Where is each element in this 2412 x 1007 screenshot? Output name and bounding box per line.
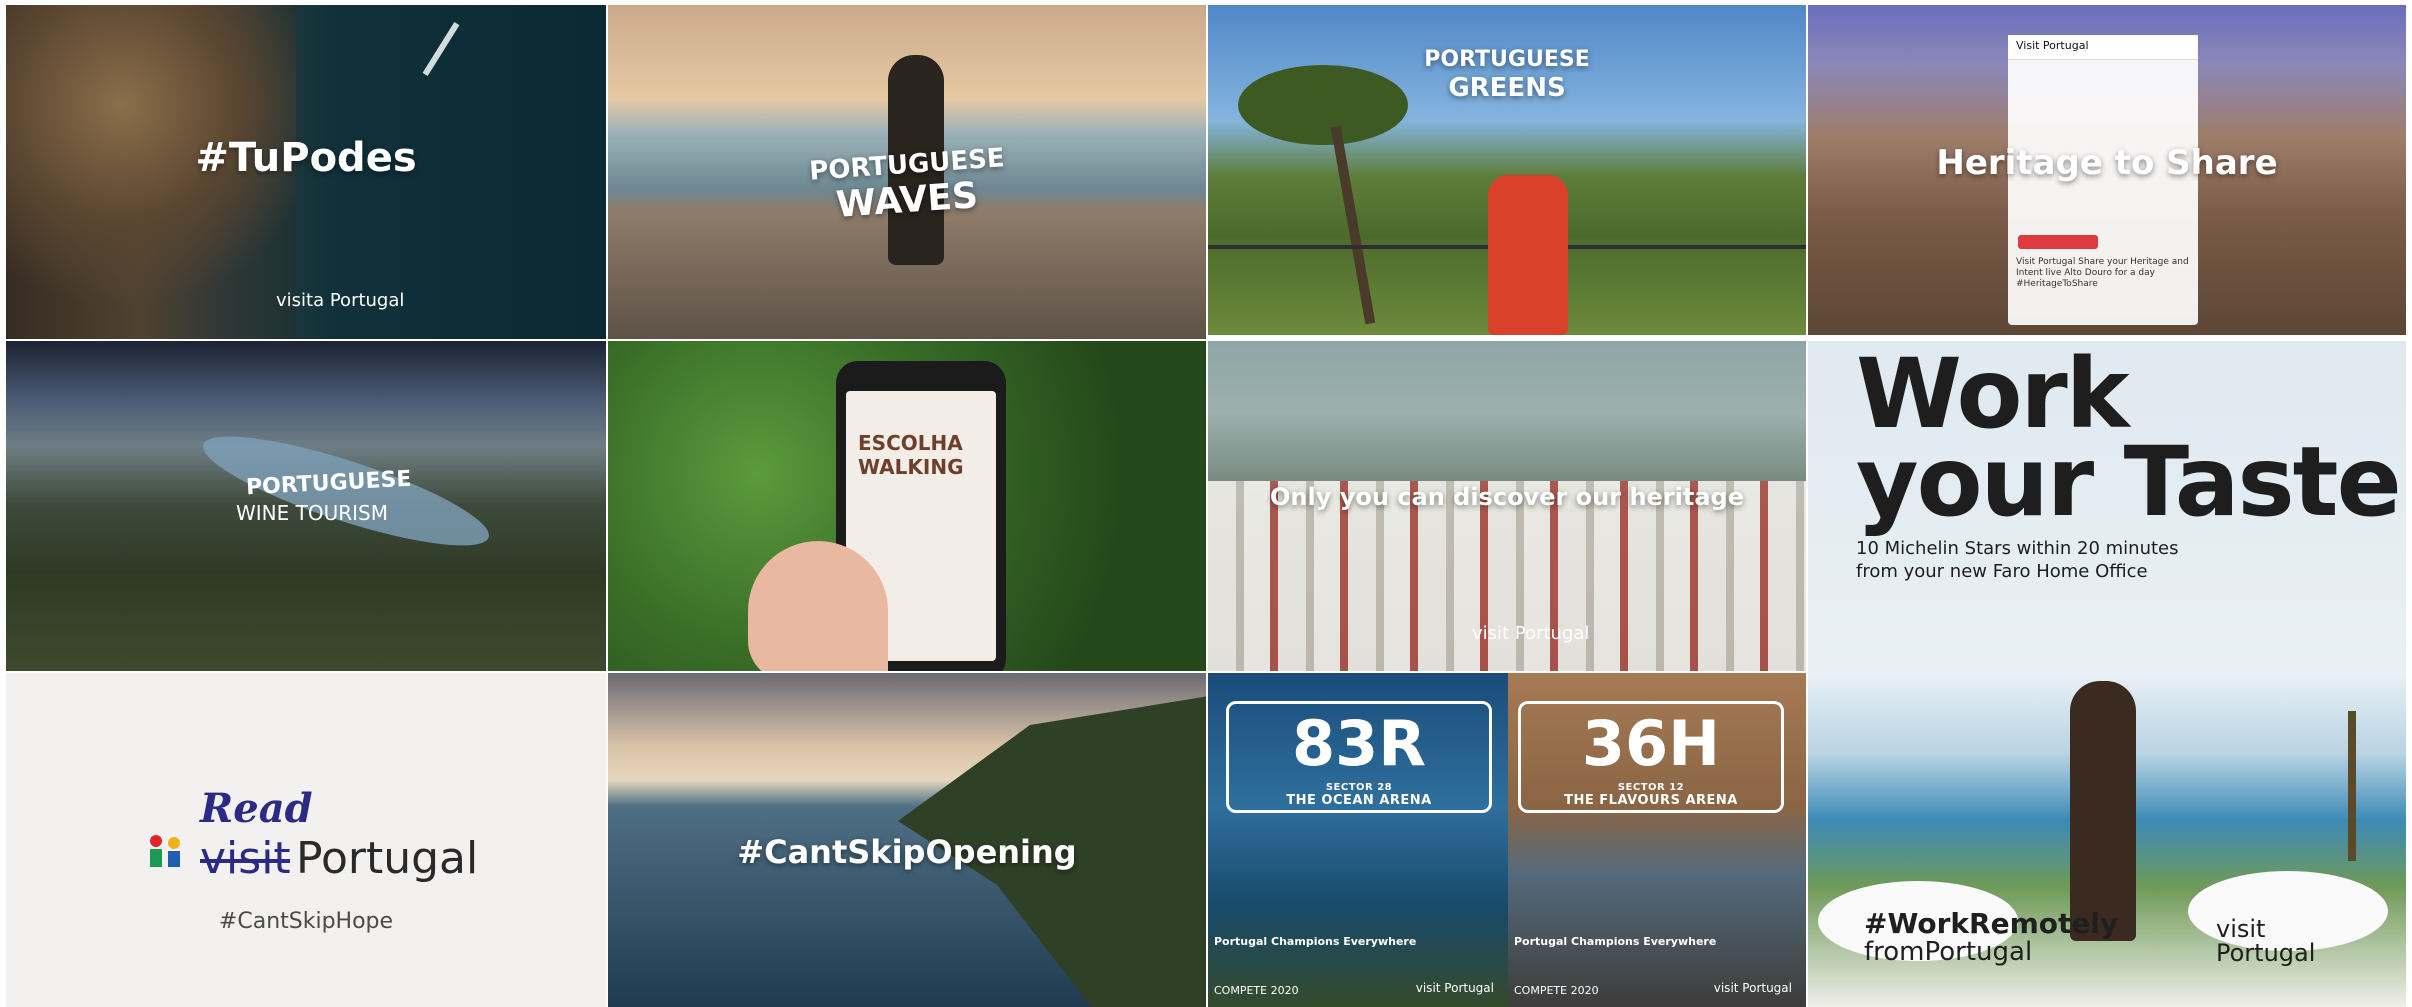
headline: Only you can discover our heritage (1270, 483, 1744, 511)
tile-heritage-to-share[interactable]: Visit Portugal Visit Portugal Share your… (1808, 5, 2406, 335)
sponsor-logos: COMPETE 2020 (1214, 984, 1299, 997)
brand-logo-text: visit Portugal (1713, 981, 1792, 995)
tile-flavours-arena[interactable]: 36H SECTOR 12 THE FLAVOURS ARENA Portuga… (1508, 673, 1806, 1007)
ticket-arena: THE OCEAN ARENA (1286, 793, 1432, 808)
headline: #CantSkipOpening (737, 833, 1077, 871)
headline: #TuPodes (195, 135, 417, 181)
ticket-sector: SECTOR 12 (1617, 782, 1685, 793)
boat-wake-image (422, 21, 460, 77)
tile-portuguese-waves[interactable]: PORTUGUESE WAVES (608, 5, 1206, 339)
visit-portugal-logo-icon (150, 835, 180, 867)
instagram-account: Visit Portugal (2016, 39, 2089, 52)
brand-logo-text: visit Portugal (1415, 981, 1494, 995)
golfer-figure (1488, 175, 1568, 335)
title-line2: your Taste (1856, 426, 2402, 538)
tile-discover-heritage[interactable]: Only you can discover our heritage visit… (1208, 341, 1806, 671)
tile-work-your-taste[interactable]: Work your Taste 10 Michelin Stars within… (1808, 341, 2406, 1007)
brand-bottom: GREENS (1448, 73, 1566, 103)
ticket-badge: 83R SECTOR 28 THE OCEAN ARENA (1226, 701, 1492, 813)
hashtag: #WorkRemotely (1864, 907, 2119, 940)
tile-portuguese-wine-tourism[interactable]: PORTUGUESE WINE TOURISM (6, 341, 606, 671)
strike-line (200, 859, 290, 863)
brand-logo-text: visit Portugal (1472, 623, 1590, 644)
portugal-word: Portugal (296, 833, 479, 884)
headline: Heritage to Share (1936, 143, 2278, 183)
palm-tree-image (2348, 711, 2356, 861)
hashtag: #CantSkipHope (218, 909, 394, 934)
brand-line1: visit (2216, 915, 2266, 943)
ticket-code: 36H (1581, 707, 1721, 780)
tree-trunk-image (1330, 125, 1376, 325)
hashtag-suffix: fromPortugal (1864, 937, 2033, 967)
ticket-sector: SECTOR 28 (1325, 782, 1393, 793)
caption: Portugal Champions Everywhere (1514, 935, 1717, 948)
brand-logo-text: visita Portugal (276, 290, 405, 311)
subtitle-line2: from your new Faro Home Office (1856, 561, 2148, 582)
tile-portuguese-greens[interactable]: PORTUGUESE GREENS (1208, 5, 1806, 335)
brand-line2: Portugal (2216, 939, 2316, 967)
read-word: Read (200, 785, 313, 832)
caption: Portugal Champions Everywhere (1214, 935, 1417, 948)
app-title-line2: WALKING (858, 455, 964, 479)
like-badge (2018, 235, 2098, 249)
brand-bottom: WINE TOURISM (236, 501, 388, 525)
hand-image (748, 541, 888, 671)
tile-tupodes[interactable]: #TuPodes visita Portugal (6, 5, 606, 339)
tile-cantskipopening[interactable]: #CantSkipOpening (608, 673, 1206, 1007)
ticket-code: 83R (1291, 707, 1427, 780)
woman-figure (2070, 681, 2136, 941)
app-title-line1: ESCOLHA (858, 431, 963, 455)
instagram-caption: Visit Portugal Share your Heritage and I… (2016, 257, 2189, 289)
tile-escolha-walking[interactable]: ESCOLHA WALKING (608, 341, 1206, 671)
sponsor-logos: COMPETE 2020 (1514, 984, 1599, 997)
ticket-badge: 36H SECTOR 12 THE FLAVOURS ARENA (1518, 701, 1784, 813)
tile-read-portugal[interactable]: Read visit Portugal #CantSkipHope (6, 673, 606, 1007)
brand-top: PORTUGUESE (1424, 47, 1590, 72)
subtitle-line1: 10 Michelin Stars within 20 minutes (1856, 538, 2179, 559)
ticket-arena: THE FLAVOURS ARENA (1564, 793, 1738, 808)
tile-ocean-arena[interactable]: 83R SECTOR 28 THE OCEAN ARENA Portugal C… (1208, 673, 1508, 1007)
